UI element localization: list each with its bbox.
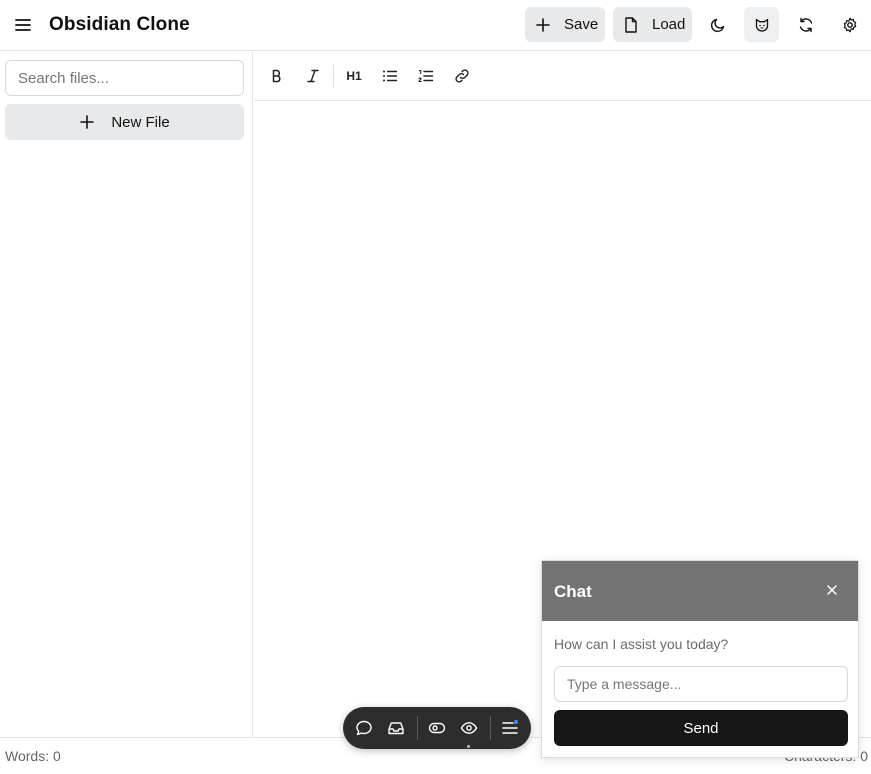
chat-title: Chat (554, 582, 592, 601)
heading-label: H1 (346, 69, 362, 83)
floating-dock (343, 707, 531, 749)
close-icon[interactable] (824, 582, 840, 598)
toggle-icon[interactable] (427, 718, 447, 738)
chat-message-input[interactable] (554, 666, 848, 702)
italic-icon[interactable] (301, 64, 325, 88)
app-title: Obsidian Clone (49, 14, 190, 35)
moon-icon[interactable] (700, 7, 735, 42)
inbox-icon[interactable] (386, 718, 406, 738)
search-input[interactable] (5, 60, 244, 96)
file-sidebar: New File (0, 52, 253, 737)
menu-icon[interactable] (500, 718, 520, 738)
formatting-toolbar: H1 (254, 52, 871, 101)
cat-icon[interactable] (744, 7, 779, 42)
new-file-button[interactable]: New File (5, 104, 244, 140)
dock-divider (490, 716, 491, 740)
top-header: Obsidian Clone Save Load (0, 0, 871, 51)
active-indicator (467, 745, 470, 748)
load-label: Load (652, 16, 686, 33)
chat-bubble-icon[interactable] (354, 718, 374, 738)
toolbar-divider (333, 65, 334, 87)
plus-icon (535, 17, 551, 33)
save-label: Save (564, 16, 599, 33)
dock-divider (417, 716, 418, 740)
plus-icon (79, 114, 95, 130)
bold-icon[interactable] (265, 64, 289, 88)
new-file-label: New File (111, 113, 170, 131)
link-icon[interactable] (450, 64, 474, 88)
eye-icon[interactable] (459, 718, 479, 738)
numbered-list-icon[interactable] (414, 64, 438, 88)
app-window: Obsidian Clone Save Load Search files...… (0, 0, 871, 774)
chat-header: Chat (542, 561, 858, 621)
refresh-icon[interactable] (788, 7, 823, 42)
send-button[interactable]: Send (554, 710, 848, 746)
file-icon (623, 16, 639, 33)
save-button[interactable]: Save (525, 7, 605, 42)
word-count: Words: 0 (5, 748, 61, 764)
load-button[interactable]: Load (613, 7, 692, 42)
chat-assistant-message: How can I assist you today? (554, 636, 729, 652)
heading-icon[interactable]: H1 (342, 64, 366, 88)
bullet-list-icon[interactable] (378, 64, 402, 88)
gear-icon[interactable] (832, 7, 867, 42)
menu-icon[interactable] (11, 13, 35, 37)
chat-panel: Chat How can I assist you today? Send (541, 560, 859, 758)
